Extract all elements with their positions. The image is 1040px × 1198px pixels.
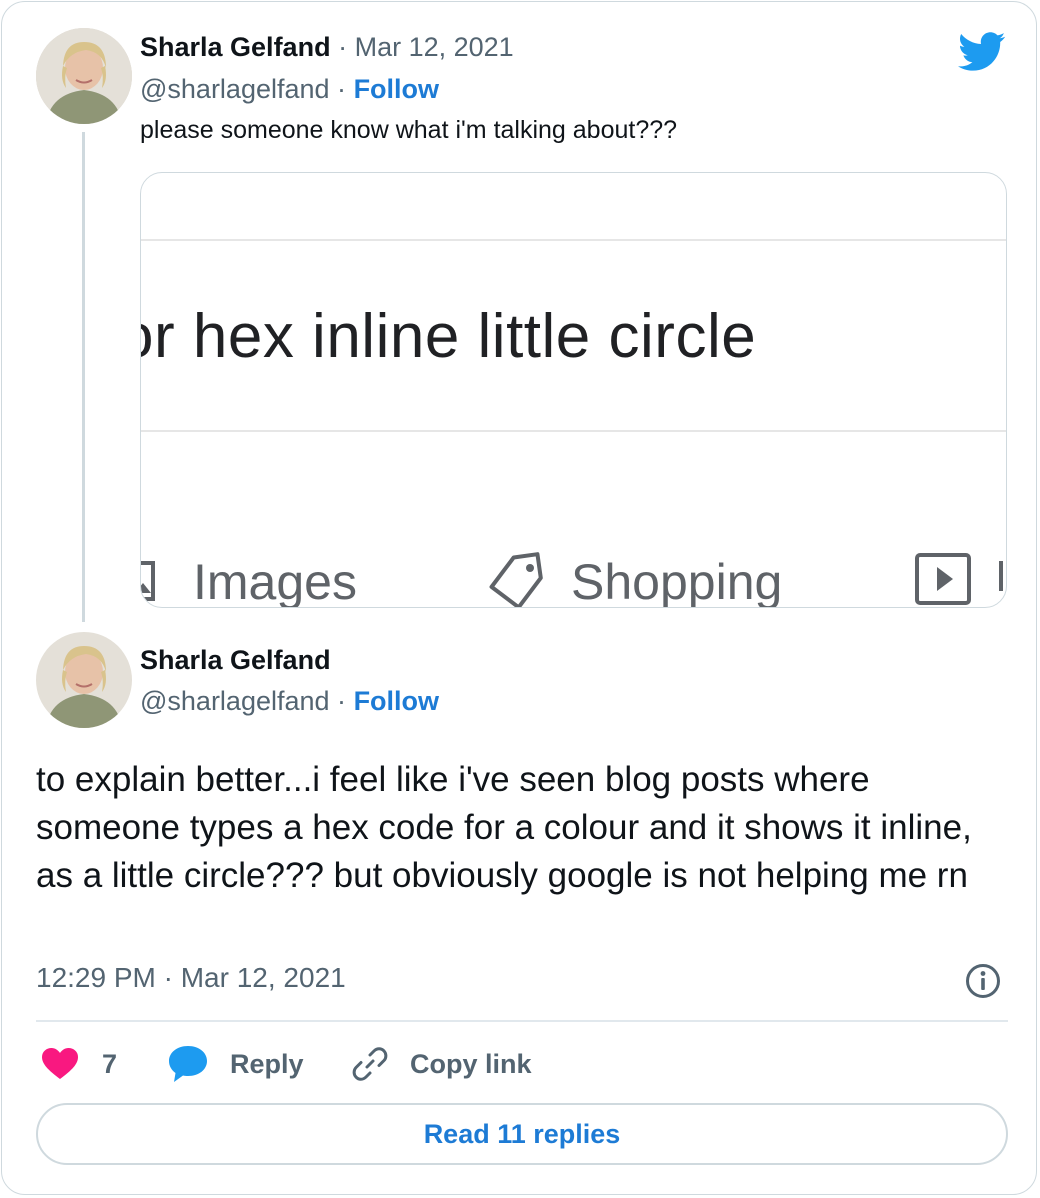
reply-label: Reply — [230, 1048, 304, 1079]
images-tab-label: Images — [193, 554, 357, 608]
speech-bubble-icon — [169, 1046, 207, 1082]
copy-link-label: Copy link — [410, 1048, 532, 1079]
tweet1-handle-row: @sharlagelfand · Follow — [140, 74, 439, 105]
author-handle[interactable]: @sharlagelfand — [140, 686, 330, 716]
heart-icon — [42, 1048, 78, 1079]
link-icon — [352, 1047, 388, 1081]
play-icon — [913, 551, 973, 607]
author-name[interactable]: Sharla Gelfand — [140, 32, 331, 62]
tweet1-text: please someone know what i'm talking abo… — [140, 116, 678, 144]
read-replies-button[interactable]: Read 11 replies — [36, 1103, 1008, 1165]
reply-action[interactable]: Reply — [168, 1042, 304, 1086]
author-name[interactable]: Sharla Gelfand — [140, 645, 331, 675]
tweet-embed-card: Sharla Gelfand · Mar 12, 2021 @sharlagel… — [1, 1, 1037, 1195]
tweet-timestamp[interactable]: 12:29 PM · Mar 12, 2021 — [36, 962, 346, 994]
copy-link-action[interactable]: Copy link — [352, 1042, 532, 1086]
search-query-text: or hex inline little circle — [140, 302, 757, 371]
separator: · — [338, 32, 348, 62]
separator: · — [337, 686, 347, 716]
tag-icon — [487, 549, 551, 607]
like-action[interactable]: 7 — [42, 1042, 117, 1086]
tweet1-author-row: Sharla Gelfand · Mar 12, 2021 — [140, 32, 514, 63]
tweet-date[interactable]: Mar 12, 2021 — [355, 32, 514, 62]
like-count: 7 — [102, 1048, 118, 1079]
avatar[interactable] — [36, 632, 132, 728]
cropped-tab-fragment — [999, 561, 1003, 591]
tweet2-text: to explain better...i feel like i've see… — [36, 760, 972, 895]
tweet-media-image[interactable]: or hex inline little circle Images Shopp… — [140, 172, 1007, 608]
tweet2-handle-row: @sharlagelfand · Follow — [140, 686, 439, 717]
tweet2-author-row: Sharla Gelfand — [140, 645, 331, 676]
divider — [36, 1020, 1008, 1022]
avatar[interactable] — [36, 28, 132, 124]
twitter-bird-icon[interactable] — [958, 32, 1006, 72]
divider — [141, 430, 1006, 432]
info-icon[interactable] — [965, 963, 1001, 999]
divider — [141, 239, 1006, 241]
author-handle[interactable]: @sharlagelfand — [140, 74, 330, 104]
shopping-tab-label: Shopping — [571, 554, 783, 608]
follow-link[interactable]: Follow — [354, 74, 439, 104]
thread-connector — [82, 132, 85, 622]
follow-link[interactable]: Follow — [354, 686, 439, 716]
image-icon — [141, 559, 159, 605]
separator: · — [337, 74, 347, 104]
